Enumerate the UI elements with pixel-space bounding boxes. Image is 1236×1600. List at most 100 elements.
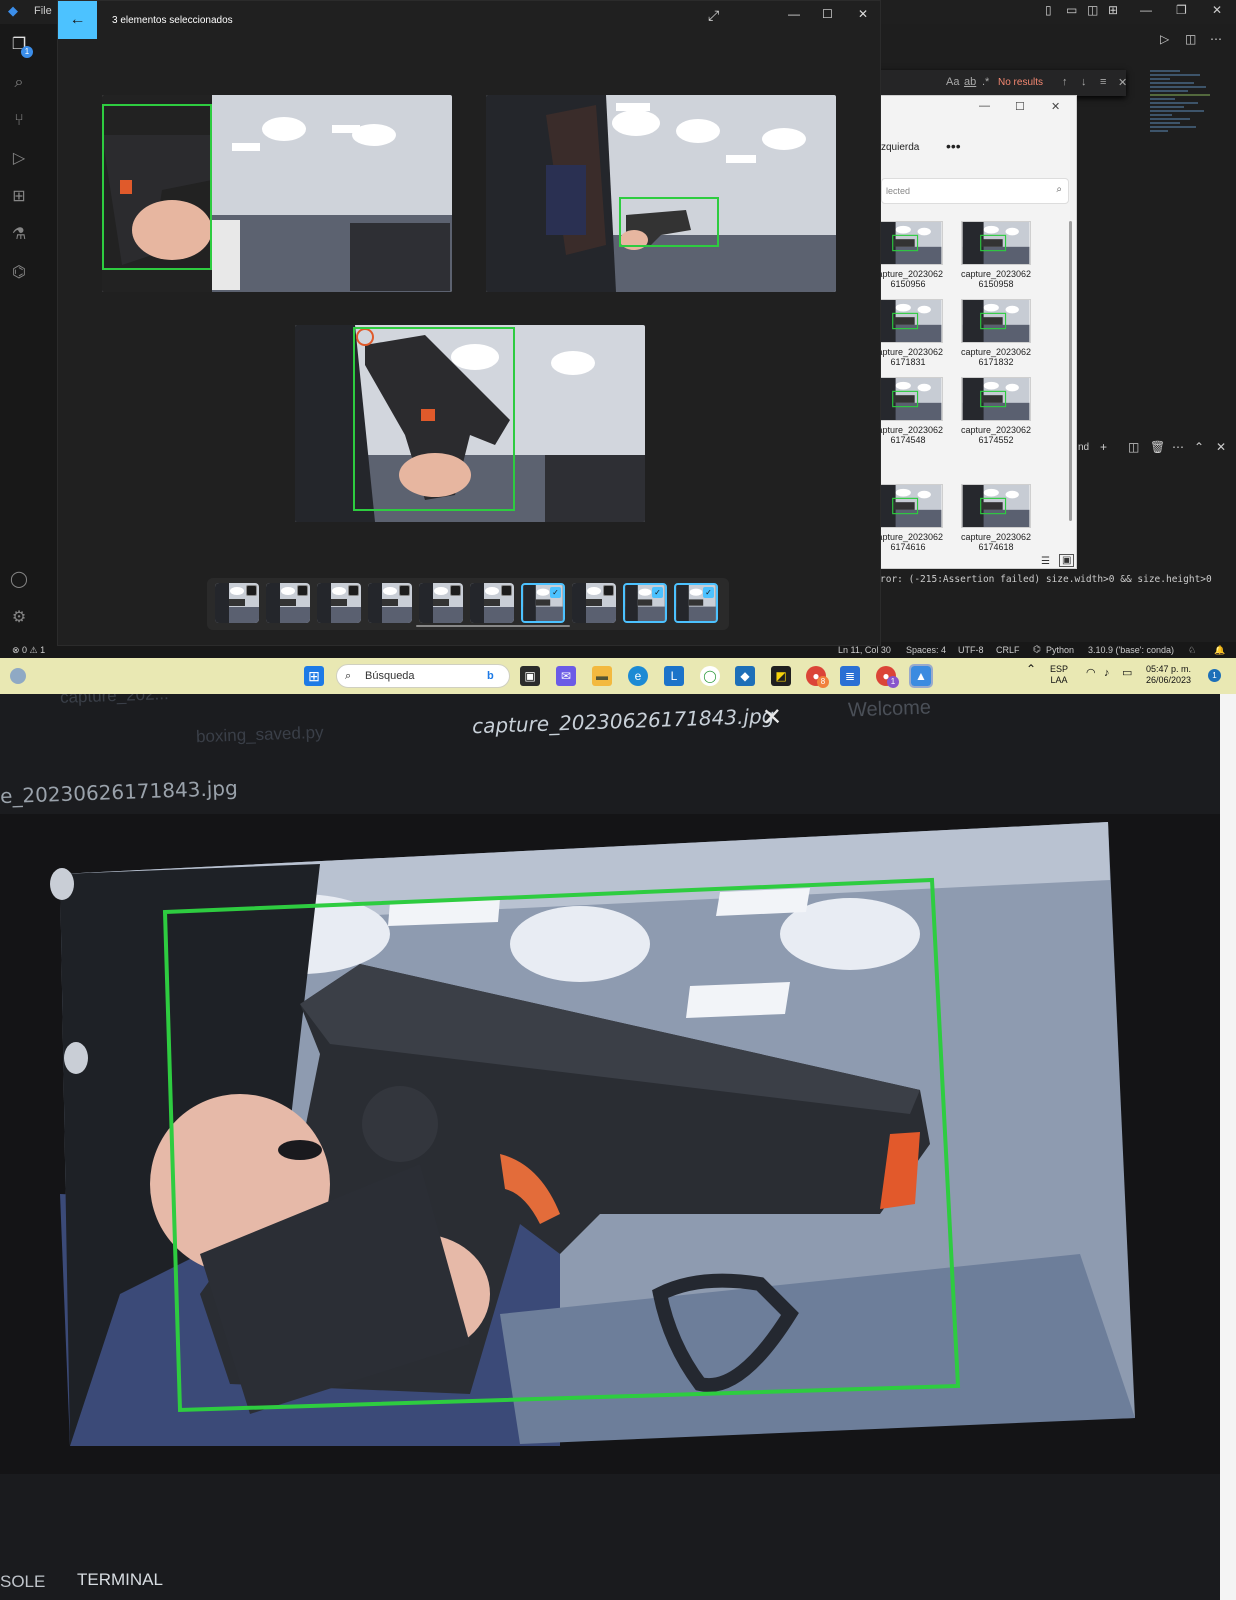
explorer-maximize-icon[interactable]: ☐ (1015, 100, 1025, 113)
taskbar-search-box[interactable]: ⌕ Búsqueda b (336, 664, 510, 688)
explorer-scrollbar[interactable] (1069, 221, 1072, 521)
viewer-minimize-icon[interactable]: — (788, 7, 800, 21)
file-item[interactable]: capture_2023062 6150958 (953, 221, 1039, 293)
details-view-icon[interactable]: ☰ (1041, 556, 1050, 567)
more-actions-icon[interactable]: ⋯ (1210, 32, 1222, 46)
green-ring-app-icon[interactable]: ◯ (700, 666, 720, 686)
thumbnail-view-icon[interactable]: ▣ (1059, 554, 1075, 567)
layout-grid-icon[interactable]: ⊞ (1108, 3, 1118, 17)
notifications-bell-icon[interactable]: 🔔 (1214, 645, 1225, 656)
photos-app-icon[interactable]: ▲ (909, 664, 933, 688)
split-terminal-icon[interactable]: ◫ (1128, 440, 1139, 454)
testing-icon[interactable]: ⚗ (8, 224, 30, 246)
settings-gear-icon[interactable]: ⚙ (8, 607, 30, 629)
viewer-maximize-icon[interactable]: ☐ (822, 7, 833, 21)
photo-3[interactable] (295, 325, 645, 522)
battery-icon[interactable]: ▭ (1122, 668, 1132, 679)
selection-checkbox[interactable] (246, 585, 257, 596)
selection-checkbox[interactable]: ✓ (652, 587, 663, 598)
console-tab[interactable]: SOLE (0, 1572, 45, 1592)
notepad-icon[interactable]: ≣ (840, 666, 860, 686)
interpreter-status[interactable]: 3.10.9 ('base': conda) (1088, 645, 1174, 655)
minimap[interactable] (1150, 68, 1220, 178)
close-icon[interactable]: ✕ (1212, 3, 1222, 17)
python-icon[interactable]: ⌬ (8, 262, 30, 284)
explorer-close-icon[interactable]: ✕ (1051, 100, 1060, 113)
teams-chat-icon[interactable]: ✉ (556, 666, 576, 686)
filmstrip-thumbnail[interactable]: ✓ (674, 583, 718, 623)
find-in-selection-icon[interactable]: ≡ (1100, 76, 1106, 88)
welcome-tab[interactable]: Welcome (848, 697, 932, 723)
clock[interactable]: 05:47 p. m. 26/06/2023 (1146, 664, 1191, 686)
selection-checkbox[interactable] (603, 585, 614, 596)
selection-checkbox[interactable] (450, 585, 461, 596)
fullscreen-icon[interactable]: ⤢ (708, 7, 719, 24)
file-item[interactable]: capture_20230626171831 (881, 299, 951, 371)
filmstrip-thumbnail[interactable]: ✓ (623, 583, 667, 623)
account-icon[interactable]: ◯ (8, 569, 30, 591)
filmstrip-thumbnail[interactable] (572, 583, 616, 623)
selection-checkbox[interactable] (501, 585, 512, 596)
selection-checkbox[interactable]: ✓ (703, 587, 714, 598)
selection-checkbox[interactable] (348, 585, 359, 596)
next-match-icon[interactable]: ↓ (1081, 76, 1087, 88)
file-item[interactable]: capture_20230626174616 (881, 484, 951, 556)
panel-more-icon[interactable]: ⋯ (1172, 440, 1184, 454)
filmstrip-scroll-indicator[interactable] (416, 625, 570, 627)
extensions-icon[interactable]: ⊞ (8, 186, 30, 208)
selection-checkbox[interactable] (399, 585, 410, 596)
explorer-icon[interactable]: ❐ 1 (8, 34, 33, 58)
problems-status[interactable]: ⊗ 0 ⚠ 1 (12, 645, 45, 656)
layout-panel-icon[interactable]: ▭ (1066, 3, 1077, 17)
language-status[interactable]: Python (1046, 645, 1074, 655)
filmstrip-thumbnail[interactable] (419, 583, 463, 623)
kill-terminal-icon[interactable]: 🗑 (1150, 440, 1165, 454)
filmstrip-thumbnail[interactable] (317, 583, 361, 623)
chrome-icon-2[interactable]: ● 1 (876, 666, 899, 688)
filmstrip-thumbnail[interactable] (470, 583, 514, 623)
tab-close-icon[interactable]: ✕ (762, 703, 783, 733)
file-item[interactable]: capture_2023062 6171832 (953, 299, 1039, 371)
new-terminal-icon[interactable]: + (1100, 440, 1107, 454)
volume-icon[interactable]: ♪ (1104, 668, 1110, 679)
cursor-position[interactable]: Ln 11, Col 30 (838, 645, 891, 655)
maximize-panel-icon[interactable]: ⌃ (1194, 440, 1204, 454)
layout-sidebar-icon[interactable]: ▯ (1045, 3, 1052, 17)
vscode-taskbar-icon[interactable]: ◆ (735, 666, 755, 686)
terminal-tab[interactable]: TERMINAL (77, 1570, 163, 1590)
linkedin-l-icon[interactable]: L (664, 666, 684, 686)
encoding-status[interactable]: UTF-8 (958, 645, 984, 655)
photo-2[interactable] (486, 95, 836, 292)
weather-widget-icon[interactable] (10, 668, 26, 684)
notification-count-badge[interactable]: 1 (1208, 669, 1221, 682)
close-panel-icon[interactable]: ✕ (1216, 440, 1226, 454)
source-control-icon[interactable]: ⑂ (8, 110, 30, 132)
search-icon[interactable]: ⌕ (8, 72, 30, 94)
eol-status[interactable]: CRLF (996, 645, 1020, 655)
file-item[interactable]: capture_2023062 6174618 (953, 484, 1039, 556)
restore-icon[interactable]: ❐ (1176, 3, 1187, 17)
copilot-icon[interactable]: ♘ (1188, 645, 1196, 656)
edge-browser-icon[interactable]: e (628, 666, 648, 686)
breadcrumb[interactable]: zquierda (881, 142, 919, 153)
previous-match-icon[interactable]: ↑ (1062, 76, 1068, 88)
wifi-icon[interactable]: ◠ (1086, 668, 1096, 679)
more-options-button[interactable]: ••• (946, 138, 961, 154)
task-view-icon[interactable]: ▣ (520, 666, 540, 686)
sticky-notes-icon[interactable]: ◩ (771, 666, 791, 686)
chrome-icon-1[interactable]: ● 8 (806, 666, 829, 688)
viewer-close-icon[interactable]: ✕ (858, 7, 868, 21)
layout-split-icon[interactable]: ◫ (1087, 3, 1098, 17)
run-debug-icon[interactable]: ▷ (8, 148, 30, 170)
file-explorer-icon[interactable]: ▬ (592, 666, 612, 686)
menu-file[interactable]: File (34, 5, 52, 17)
whole-word-toggle[interactable]: ab (964, 76, 976, 88)
file-item[interactable]: capture_2023062 6174552 (953, 377, 1039, 449)
filmstrip-thumbnail[interactable] (368, 583, 412, 623)
run-icon[interactable]: ▷ (1160, 32, 1169, 46)
minimize-icon[interactable]: — (1140, 3, 1152, 17)
tray-overflow-icon[interactable]: ⌃ (1026, 663, 1036, 675)
back-arrow-icon[interactable]: ← (58, 1, 97, 39)
selection-checkbox[interactable]: ✓ (550, 587, 561, 598)
close-find-icon[interactable]: ✕ (1118, 76, 1127, 89)
